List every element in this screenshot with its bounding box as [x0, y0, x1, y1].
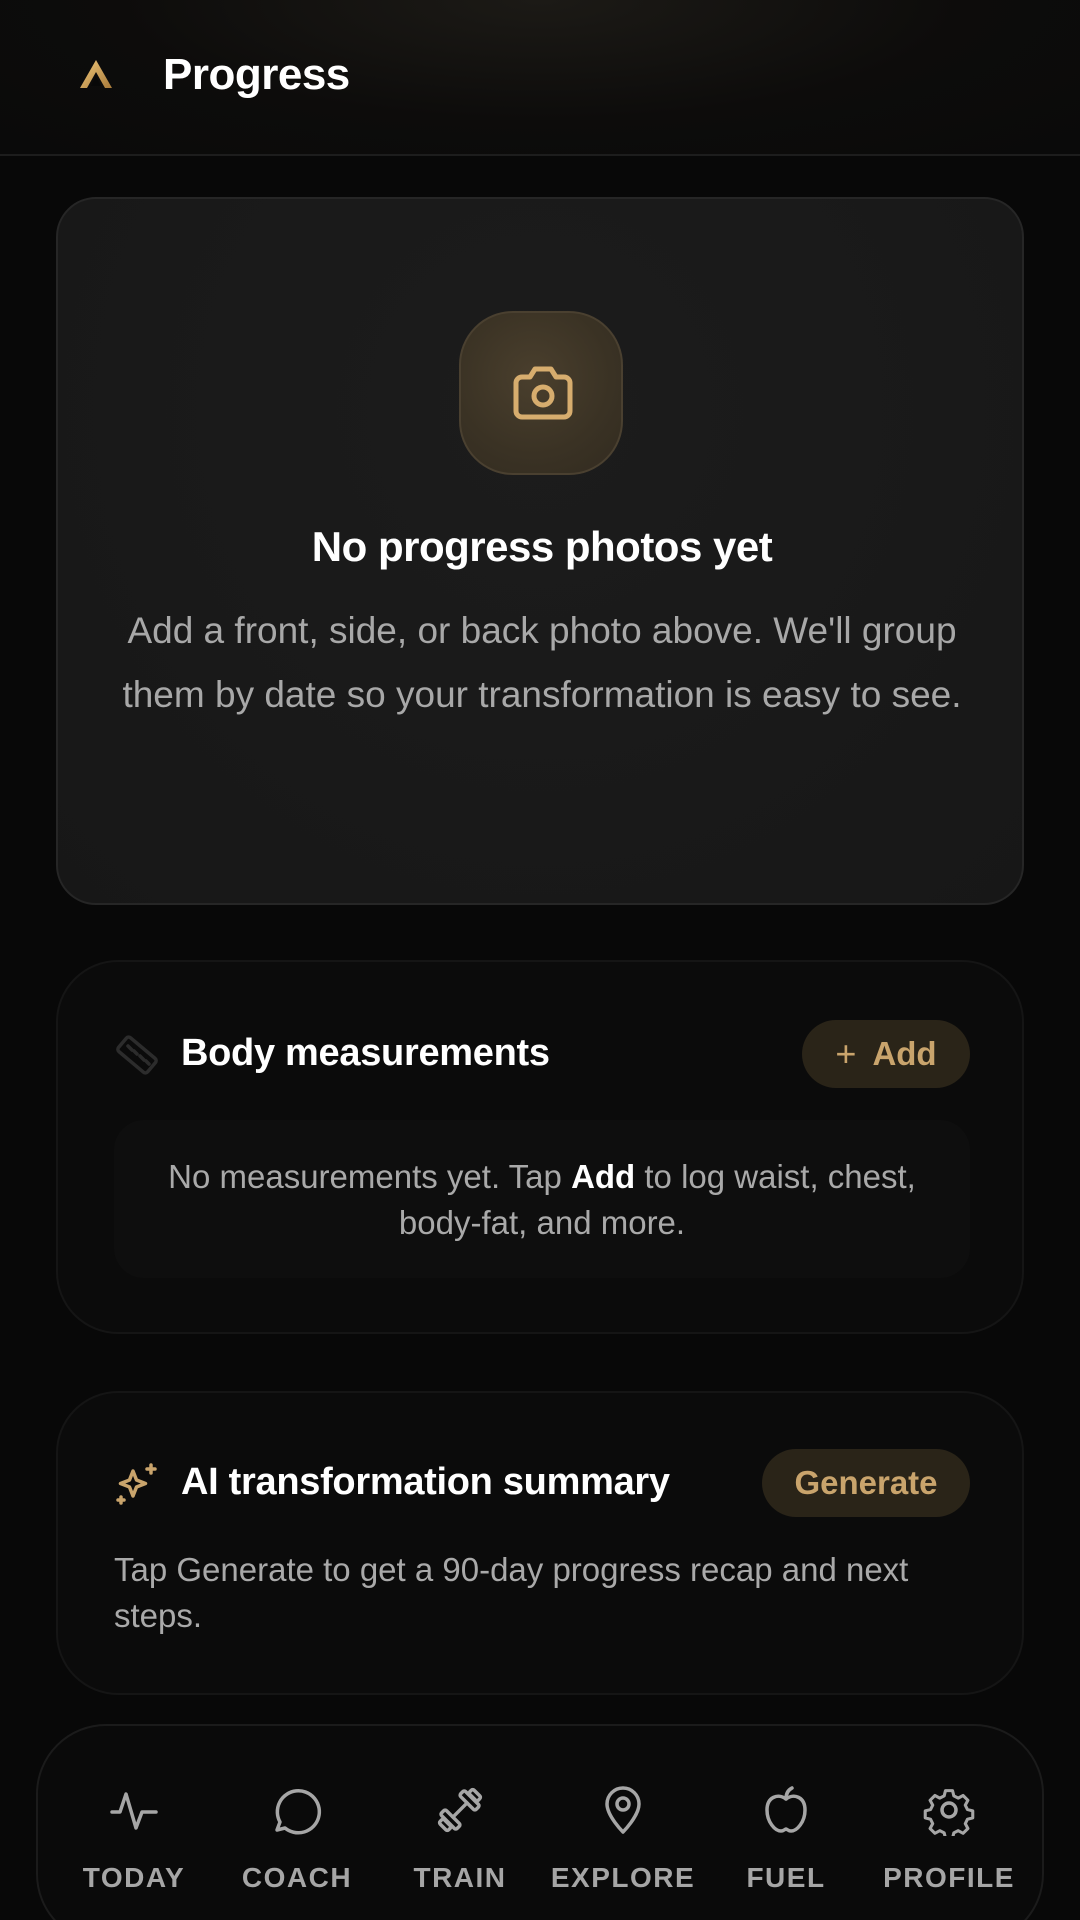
camera-tile[interactable] [459, 311, 623, 475]
nav-label: COACH [241, 1862, 353, 1893]
plus-icon: + [835, 1033, 857, 1074]
bottom-nav: TODAY COACH TRAIN EXPLORE FUEL PROFILE [36, 1724, 1044, 1920]
ruler-icon [116, 1035, 158, 1075]
nav-label: PROFILE [883, 1862, 1015, 1893]
app-header: Progress [0, 0, 1080, 156]
nav-item-today[interactable]: TODAY [54, 1784, 214, 1894]
chat-bubble-icon [275, 1789, 322, 1835]
map-pin-icon [605, 1786, 641, 1834]
nav-label: EXPLORE [550, 1862, 696, 1893]
sparkles-icon [116, 1463, 157, 1505]
add-button-label: Add [872, 1035, 937, 1072]
measurements-empty-box: No measurements yet. Tap Add to log wais… [114, 1120, 970, 1278]
activity-icon [110, 1792, 158, 1830]
camera-icon [513, 366, 573, 420]
nav-item-coach[interactable]: COACH [217, 1784, 377, 1894]
nav-label: TRAIN [413, 1862, 507, 1893]
empty-photos-body: Add a front, side, or back photo above. … [122, 610, 962, 715]
measurements-empty-text-part: No measurements yet. Tap [168, 1158, 572, 1195]
measurements-empty-text-bold: Add [571, 1158, 636, 1195]
progress-photos-card: No progress photos yet Add a front, side… [56, 197, 1024, 905]
nav-item-fuel[interactable]: FUEL [706, 1784, 866, 1894]
nav-item-profile[interactable]: PROFILE [869, 1784, 1029, 1894]
nav-item-explore[interactable]: EXPLORE [543, 1784, 703, 1894]
page-title: Progress [163, 50, 350, 99]
ai-summary-title: AI transformation summary [181, 1461, 670, 1503]
empty-photos-title: No progress photos yet [311, 523, 773, 570]
nav-item-train[interactable]: TRAIN [380, 1784, 540, 1894]
add-measurement-button[interactable]: + Add [802, 1020, 970, 1088]
body-measurements-card: Body measurements + Add No measurements … [56, 960, 1024, 1334]
nav-label: FUEL [746, 1862, 826, 1893]
progress-screen: Progress No progress photos yet Add a fr… [0, 0, 1080, 1920]
measurements-empty-text: No measurements yet. Tap Add to log wais… [144, 1154, 940, 1246]
gear-icon [923, 1789, 975, 1836]
dumbbell-icon [437, 1787, 483, 1833]
ai-summary-card: AI transformation summary Generate Tap G… [56, 1391, 1024, 1695]
brand-logo-icon [80, 60, 112, 88]
measurements-title: Body measurements [181, 1032, 550, 1074]
generate-button[interactable]: Generate [762, 1449, 970, 1517]
apple-icon [765, 1786, 807, 1833]
nav-label: TODAY [82, 1862, 186, 1893]
ai-summary-text: Tap Generate to get a 90-day progress re… [114, 1551, 909, 1634]
